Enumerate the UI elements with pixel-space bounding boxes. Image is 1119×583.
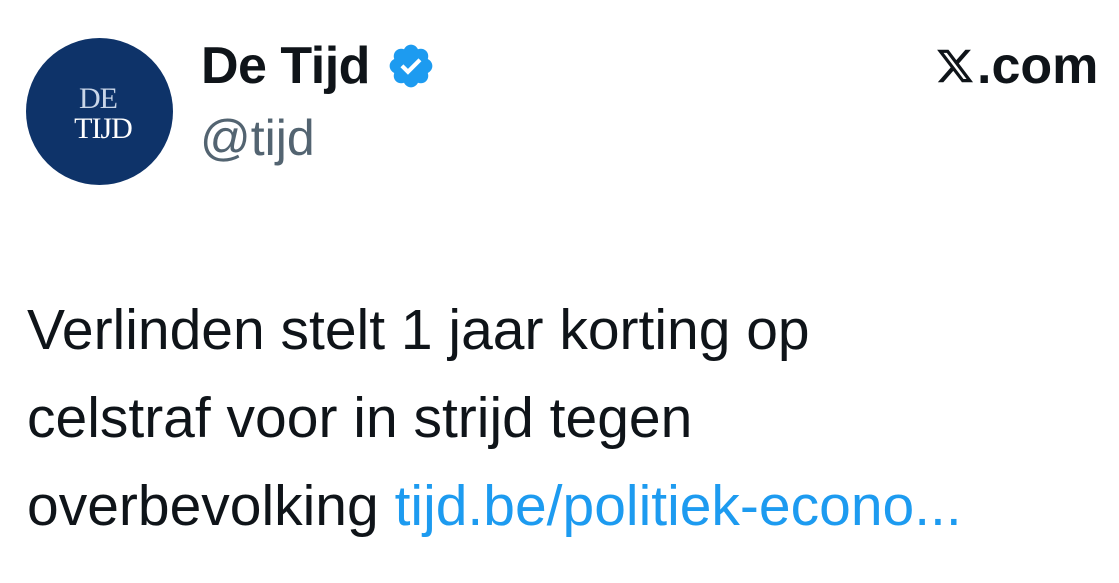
verified-badge-icon [386,41,436,91]
tweet-text-line-2: celstraf voor in strijd tegen [27,386,693,450]
author-handle[interactable]: @tijd [200,113,315,163]
de-tijd-logo-icon: DE TIJD [74,82,133,145]
tweet-card: DE TIJD De Tijd @tijd .com Verlinden ste… [0,0,1119,583]
avatar[interactable]: DE TIJD [26,38,173,185]
author-name-row: De Tijd [201,30,436,102]
tweet-text: Verlinden stelt 1 jaar korting op celstr… [27,286,1119,550]
source-label: .com [935,36,1098,96]
source-domain: .com [977,37,1099,95]
tweet-text-line-1: Verlinden stelt 1 jaar korting op [27,298,810,362]
article-link[interactable]: tijd.be/politiek-econo... [395,474,962,538]
svg-text:DE: DE [79,82,117,115]
author-display-name[interactable]: De Tijd [201,40,370,92]
tweet-text-line-3-text: overbevolking [27,474,395,538]
svg-text:TIJD: TIJD [74,112,132,145]
tweet-text-line-3: overbevolking tijd.be/politiek-econo... [27,462,1119,550]
x-logo-icon [935,46,975,86]
